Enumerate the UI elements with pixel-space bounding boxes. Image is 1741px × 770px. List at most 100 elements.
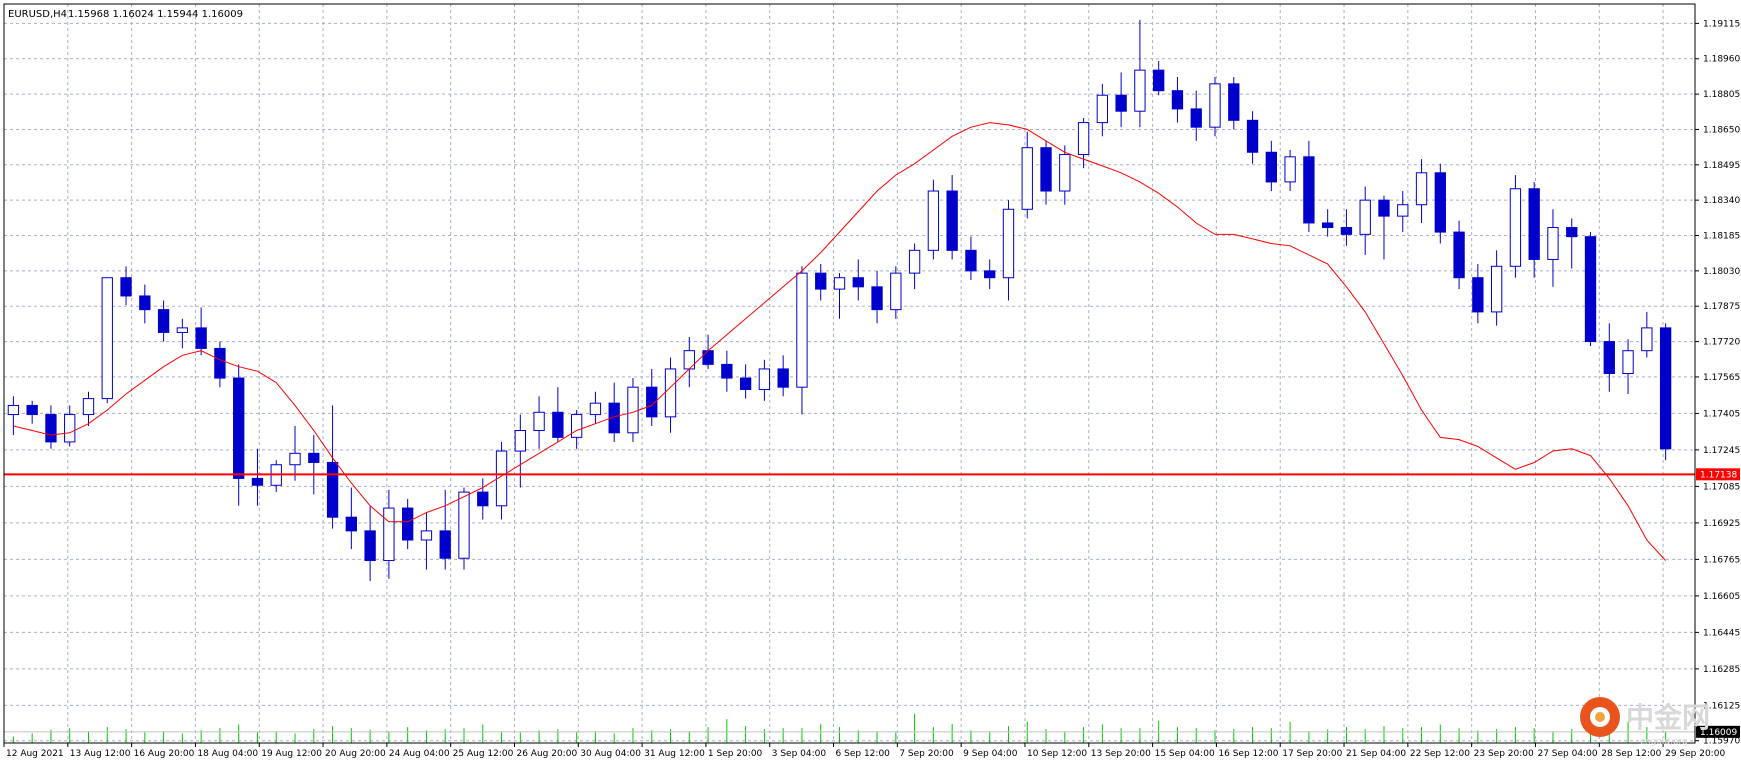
watermark-subtext: cngold.org: [1640, 737, 1688, 747]
candle-body-bear: [1265, 151, 1277, 183]
candle-body-bear: [552, 411, 564, 438]
chart-window[interactable]: 1.17138 1.16009 1.19115 1.18960 1.18805 1.18…: [0, 0, 1741, 766]
time-tick-label: 21 Sep 04:00: [1346, 749, 1406, 759]
watermark-text: 中金网: [1626, 701, 1710, 734]
price-tick-label: 1.16765: [1703, 555, 1740, 565]
candle-body-bull: [1002, 208, 1015, 279]
price-tick-label: 1.17720: [1703, 338, 1740, 348]
candle-body-bear: [965, 249, 977, 272]
price-tick-label: 1.19115: [1703, 19, 1740, 29]
time-tick-label: 9 Sep 04:00: [963, 749, 1018, 759]
candle-body-bear: [852, 277, 864, 288]
time-tick-label: 23 Sep 20:00: [1474, 749, 1534, 759]
candle-body-bull: [1415, 172, 1428, 206]
candle-body-bull: [64, 414, 76, 443]
candle-body-bear: [308, 452, 320, 463]
candle-body-bear: [364, 530, 376, 562]
time-tick-label: 18 Aug 04:00: [197, 749, 258, 759]
candle-body-bear: [233, 377, 245, 479]
time-tick-label: 25 Aug 12:00: [453, 749, 514, 759]
candle-body-bear: [214, 347, 226, 379]
price-tick-label: 1.16285: [1703, 665, 1740, 675]
chart-header-symbol: EURUSD,H4: [8, 9, 67, 20]
candle-body-bull: [1622, 350, 1634, 374]
candle-body-bull: [176, 327, 189, 333]
chart-background: [0, 0, 1741, 766]
time-tick-label: 22 Sep 12:00: [1410, 749, 1470, 759]
time-tick-label: 30 Aug 04:00: [580, 749, 641, 759]
chart-header-ohlc: 1.15968 1.16024 1.15944 1.16009: [68, 9, 243, 20]
candle-body-bull: [1134, 69, 1146, 112]
time-tick-label: 16 Aug 20:00: [134, 749, 195, 759]
candle-body-bull: [758, 368, 771, 390]
candle-body-bull: [570, 414, 583, 438]
candle-body-bull: [927, 190, 940, 251]
candle-body-bear: [871, 286, 883, 311]
candle-body-bear: [195, 327, 207, 349]
candle-body-bear: [1228, 83, 1240, 121]
time-tick-label: 26 Aug 20:00: [516, 749, 577, 759]
time-tick-label: 24 Aug 04:00: [389, 749, 450, 759]
candle-body-bull: [383, 507, 395, 562]
price-tick-label: 1.16445: [1703, 628, 1740, 638]
price-tick-label: 1.17565: [1703, 373, 1740, 383]
candle-body-bear: [1453, 231, 1465, 279]
candle-body-bull: [683, 350, 695, 370]
candle-body-bear: [477, 491, 489, 507]
time-tick-label: 28 Sep 12:00: [1601, 749, 1661, 759]
candle-body-bear: [1153, 69, 1165, 92]
candle-body-bull: [1096, 94, 1109, 124]
candle: [458, 487, 470, 570]
candle-body-bear: [1472, 277, 1484, 313]
candle-body-bear: [1378, 199, 1390, 217]
price-tick-label: 1.18185: [1703, 232, 1740, 242]
candle-body-bear: [139, 295, 151, 311]
candle: [1584, 232, 1597, 347]
candle-body-bear: [345, 516, 358, 532]
candle-body-bull: [1490, 265, 1503, 313]
candle-body-bull: [420, 530, 433, 541]
price-tick-label: 1.17245: [1703, 446, 1740, 456]
time-tick-label: 13 Aug 12:00: [70, 749, 131, 759]
candle-body-bear: [1115, 94, 1127, 112]
time-tick-label: 13 Sep 20:00: [1091, 749, 1151, 759]
time-tick-label: 16 Sep 12:00: [1218, 749, 1278, 759]
candle-body-bear: [251, 477, 264, 486]
price-chart[interactable]: 1.171381.16009 1.191151.189601.188051.18…: [0, 0, 1741, 766]
time-tick-label: 6 Sep 12:00: [836, 749, 891, 759]
candle-body-bull: [1077, 122, 1090, 156]
candle-body-bull: [1359, 199, 1371, 235]
candle: [927, 179, 940, 260]
price-tick-label: 1.18030: [1703, 267, 1740, 277]
candle-body-bull: [1059, 154, 1071, 192]
candle-body-bull: [289, 452, 301, 466]
candle-body-bear: [1528, 188, 1540, 260]
candle-body-bear: [702, 350, 714, 365]
price-tick-label: 1.15970: [1703, 737, 1740, 747]
candle-body-bull: [101, 277, 113, 400]
time-tick-label: 31 Aug 12:00: [644, 749, 705, 759]
time-tick-label: 27 Sep 04:00: [1537, 749, 1597, 759]
price-tick-label: 1.18805: [1703, 90, 1740, 100]
candle: [101, 277, 113, 404]
candle-body-bull: [908, 249, 921, 274]
candle-body-bull: [7, 404, 20, 416]
candle-body-bull: [458, 491, 470, 559]
candle-body-bear: [739, 377, 752, 390]
candle-body-bull: [1509, 188, 1522, 267]
price-tick-label: 1.16605: [1703, 592, 1740, 602]
time-tick-label: 10 Sep 12:00: [1027, 749, 1087, 759]
candle-body-bear: [26, 404, 38, 416]
time-tick-label: 29 Sep 20:00: [1665, 749, 1725, 759]
candle-body-bull: [1397, 204, 1409, 217]
candle-body-bull: [664, 368, 677, 418]
candle-body-bear: [1566, 227, 1578, 238]
candle-body-bull: [589, 402, 602, 416]
candle-body-bear: [402, 507, 414, 541]
price-tick-label: 1.18495: [1703, 161, 1740, 171]
candle-body-bull: [1284, 156, 1296, 183]
candle-body-bull: [533, 411, 545, 432]
candle-body-bear: [777, 368, 789, 388]
price-tick-label: 1.17085: [1703, 482, 1740, 492]
candle-body-bear: [1584, 236, 1597, 343]
